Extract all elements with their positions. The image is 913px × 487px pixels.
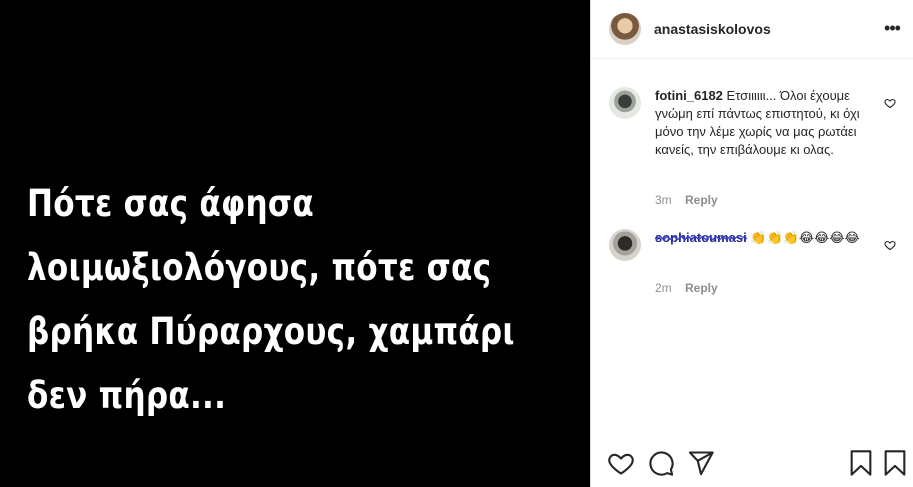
reply-button[interactable]: Reply [685,281,718,295]
comment-body: fotini_6182 Ετσιιιιιι... Όλοι έχουμε γνώ… [655,87,875,159]
comment-body: sophiatoumasi 👏👏👏😂😂😂😂 [655,229,875,247]
comment-meta: 2m Reply [655,281,718,295]
post-actions [591,449,913,487]
reply-button[interactable]: Reply [685,193,718,207]
comment-text: 👏👏👏😂😂😂😂 [750,230,860,245]
heart-icon[interactable] [884,239,896,251]
comment-avatar[interactable] [609,87,641,119]
comment-time: 2m [655,281,672,295]
send-icon[interactable] [687,449,715,477]
comment-avatar[interactable] [609,229,641,261]
heart-icon[interactable] [607,449,635,477]
post-text-line: δεν πήρα... [27,374,227,417]
comment-meta: 3m Reply [655,193,718,207]
post-sidebar: anastasiskolovos ••• fotini_6182 Ετσιιιι… [590,0,913,487]
more-options-icon[interactable]: ••• [882,18,902,38]
bookmark-icon[interactable] [847,449,875,477]
post-text-line: Πότε σας άφησα [27,182,315,225]
comment-username[interactable]: sophiatoumasi [655,230,747,245]
post-text: Πότε σας άφησα λοιμωξιολόγους, πότε σας … [27,172,515,428]
comment-time: 3m [655,193,672,207]
post-text-line: λοιμωξιολόγους, πότε σας [27,246,492,289]
comment-icon[interactable] [647,449,675,477]
bookmark-icon[interactable] [881,449,909,477]
post-header: anastasiskolovos ••• [591,0,913,59]
post-text-line: βρήκα Πύραρχους, χαμπάρι [27,310,515,353]
owner-username[interactable]: anastasiskolovos [654,21,771,37]
heart-icon[interactable] [884,97,896,109]
owner-avatar[interactable] [609,13,641,45]
comment-username[interactable]: fotini_6182 [655,88,723,103]
comments-list: fotini_6182 Ετσιιιιιι... Όλοι έχουμε γνώ… [591,59,913,439]
post-image[interactable]: Πότε σας άφησα λοιμωξιολόγους, πότε σας … [0,0,590,487]
